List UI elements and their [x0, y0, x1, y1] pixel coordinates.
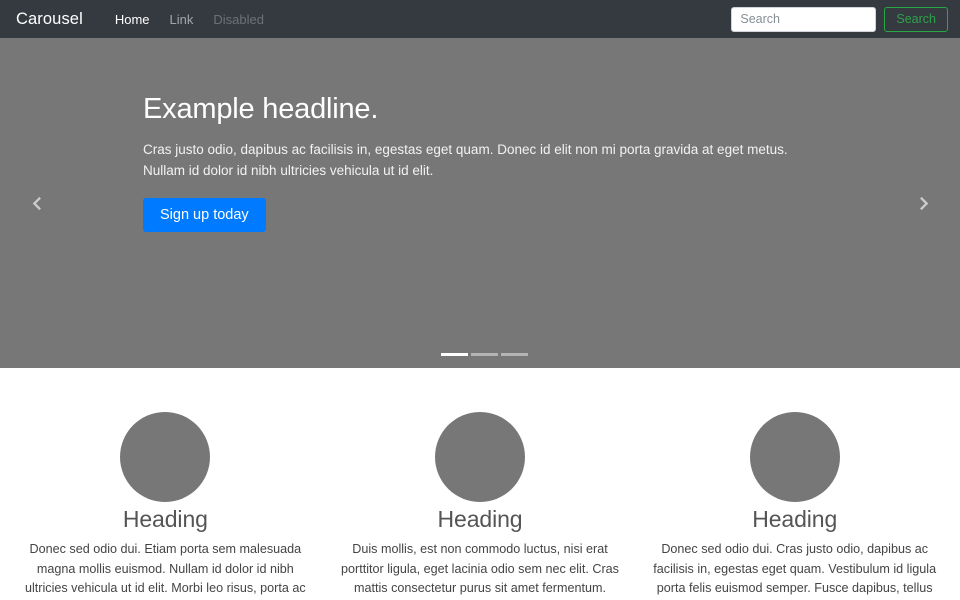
carousel-prev-control[interactable]	[0, 38, 74, 368]
placeholder-circle-icon	[749, 412, 840, 502]
chevron-left-icon	[32, 196, 41, 210]
feature-heading: Heading	[752, 506, 838, 532]
placeholder-circle-icon	[120, 412, 211, 502]
navbar-brand[interactable]: Carousel	[16, 10, 83, 29]
placeholder-circle-icon	[435, 412, 525, 502]
nav-item-disabled: Disabled	[213, 11, 264, 27]
carousel-headline: Example headline.	[143, 93, 379, 125]
signup-button[interactable]: Sign up today	[143, 197, 266, 233]
navbar-nav: Home Link Disabled	[105, 12, 274, 27]
chevron-right-icon	[919, 196, 928, 210]
marketing-row: Heading Donec sed odio dui. Etiam porta …	[0, 368, 960, 600]
feature-body: Donec sed odio dui. Etiam porta sem male…	[24, 542, 306, 596]
carousel-next-control[interactable]	[886, 38, 960, 368]
nav-item-home[interactable]: Home	[105, 12, 160, 27]
search-button[interactable]: Search	[884, 6, 948, 32]
carousel-lead: Cras justo odio, dapibus ac facilisis in…	[143, 142, 788, 178]
carousel-indicator-3[interactable]	[501, 353, 528, 356]
feature-heading: Heading	[122, 506, 208, 532]
feature-column-2: Heading Duis mollis, est non commodo luc…	[323, 412, 638, 600]
carousel-indicator-1[interactable]	[441, 353, 468, 356]
feature-column-3: Heading Donec sed odio dui. Cras justo o…	[637, 412, 952, 600]
feature-body: Donec sed odio dui. Cras justo odio, dap…	[653, 542, 937, 596]
feature-heading: Heading	[437, 506, 523, 532]
navbar-search-form: Search	[731, 0, 948, 38]
search-input[interactable]	[731, 6, 877, 32]
carousel-caption: Example headline. Cras justo odio, dapib…	[143, 93, 833, 233]
top-navbar: Carousel Home Link Disabled Search	[0, 0, 960, 38]
feature-column-1: Heading Donec sed odio dui. Etiam porta …	[8, 412, 323, 600]
carousel: Example headline. Cras justo odio, dapib…	[0, 38, 960, 368]
feature-body: Duis mollis, est non commodo luctus, nis…	[341, 542, 619, 596]
carousel-indicators	[0, 353, 960, 356]
carousel-indicator-2[interactable]	[471, 353, 498, 356]
nav-item-link[interactable]: Link	[160, 12, 204, 27]
